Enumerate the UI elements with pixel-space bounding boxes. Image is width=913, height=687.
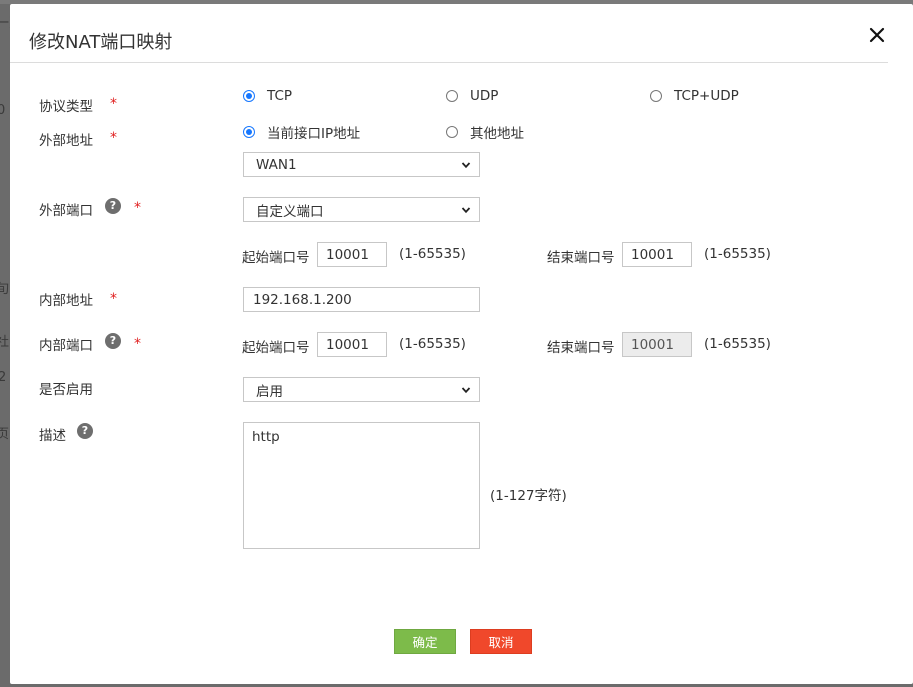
external-start-port-label: 起始端口号 [242,250,310,266]
radio-label: TCP [267,88,293,104]
radio-unselected-icon[interactable] [446,126,458,138]
protocol-radio-tcp-udp[interactable]: TCP+UDP [650,88,739,104]
description-label: 描述 [39,428,66,444]
background-text: 社 [0,335,10,350]
range-hint: (1-65535) [399,246,466,262]
chevron-down-icon [461,386,471,393]
chevron-down-icon [461,161,471,168]
radio-label: 当前接口IP地址 [267,126,361,142]
textarea-value: http [252,429,280,445]
protocol-radio-tcp[interactable]: TCP [243,88,292,104]
radio-selected-icon[interactable] [243,126,255,138]
radio-unselected-icon[interactable] [446,90,458,102]
close-icon[interactable] [866,24,888,46]
background-text: 0 [0,103,6,118]
internal-start-port-label: 起始端口号 [242,340,310,356]
required-mark: * [134,336,141,352]
internal-port-label: 内部端口 [39,338,93,354]
radio-label: 其他地址 [470,126,524,142]
protocol-label: 协议类型 [39,99,93,115]
radio-unselected-icon[interactable] [650,90,662,102]
input-value: 10001 [326,336,369,353]
radio-selected-icon[interactable] [243,90,255,102]
nat-port-mapping-dialog: 修改NAT端口映射 协议类型 * TCP UDP TCP+UDP 外部地址 * … [10,4,913,684]
enable-select[interactable]: 启用 [243,377,480,402]
title-divider [10,62,888,63]
description-textarea[interactable]: http [243,422,480,549]
external-end-port-input[interactable]: 10001 [622,242,692,267]
select-value: 启用 [256,383,283,400]
chevron-down-icon [461,206,471,213]
external-address-radio-current-ip[interactable]: 当前接口IP地址 [243,122,360,142]
description-hint: (1-127字符) [490,488,567,504]
external-address-radio-other[interactable]: 其他地址 [446,122,524,142]
select-value: 自定义端口 [256,203,324,220]
internal-end-port-input: 10001 [622,332,692,357]
background-text: 页 [0,427,10,442]
range-hint: (1-65535) [704,246,771,262]
external-address-label: 外部地址 [39,133,93,149]
input-value: 10001 [326,246,369,263]
range-hint: (1-65535) [399,336,466,352]
help-icon[interactable]: ? [105,333,121,349]
range-hint: (1-65535) [704,336,771,352]
required-mark: * [134,200,141,216]
protocol-radio-udp[interactable]: UDP [446,88,498,104]
help-icon[interactable]: ? [105,198,121,214]
required-mark: * [110,291,117,307]
external-start-port-input[interactable]: 10001 [317,242,387,267]
interface-select[interactable]: WAN1 [243,152,480,177]
cancel-button[interactable]: 取消 [470,629,532,654]
dialog-title: 修改NAT端口映射 [29,32,173,53]
input-value: 192.168.1.200 [253,291,352,308]
confirm-button[interactable]: 确定 [394,629,456,654]
external-end-port-label: 结束端口号 [547,250,615,266]
enable-label: 是否启用 [39,382,93,398]
radio-label: TCP+UDP [674,88,739,104]
internal-address-label: 内部地址 [39,293,93,309]
radio-label: UDP [470,88,499,104]
required-mark: * [110,96,117,112]
internal-end-port-label: 结束端口号 [547,340,615,356]
input-value: 10001 [631,336,674,353]
help-icon[interactable]: ? [77,423,93,439]
external-port-mode-select[interactable]: 自定义端口 [243,197,480,222]
select-value: WAN1 [256,156,297,173]
background-text: 旬 [0,282,10,297]
internal-address-input[interactable]: 192.168.1.200 [243,287,480,312]
background-text: 2 [0,370,7,385]
required-mark: * [110,130,117,146]
external-port-label: 外部端口 [39,203,93,219]
input-value: 10001 [631,246,674,263]
internal-start-port-input[interactable]: 10001 [317,332,387,357]
